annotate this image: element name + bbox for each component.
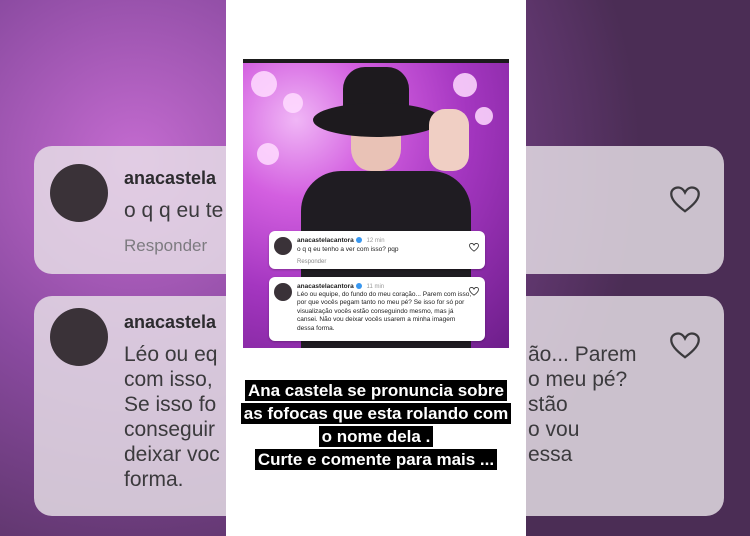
stage-light — [283, 93, 303, 113]
bg-line: o meu pé? — [528, 368, 628, 391]
bg-username-2: anacastela — [124, 312, 217, 332]
bg-line: deixar voc — [124, 443, 220, 466]
bg-avatar-1 — [50, 164, 108, 222]
comment-text: Léo ou equipe, do fundo do meu coração..… — [297, 291, 472, 332]
username-text[interactable]: anacastelacantora — [297, 283, 354, 290]
bg-reply-1: Responder — [124, 236, 208, 255]
bg-line: Se isso fo — [124, 393, 217, 416]
bg-comment-text-1: o q q eu te — [124, 199, 224, 222]
caption-line-1: Ana castela se pronuncia sobre — [244, 380, 508, 401]
bg-comment-lines-left: Léo ou eq com isso, Se isso fo conseguir… — [124, 342, 220, 492]
bg-line: com isso, — [124, 368, 213, 391]
bg-line: essa — [528, 443, 573, 466]
stage-light — [257, 143, 279, 165]
heart-icon[interactable] — [469, 287, 479, 296]
bg-line: ão... Parem — [528, 343, 637, 366]
singer-photo: anacastelacantora 12 min o q q eu tenho … — [243, 63, 509, 348]
stage-light — [251, 71, 277, 97]
bg-line: conseguir — [124, 418, 216, 441]
reply-button[interactable]: Responder — [297, 259, 326, 265]
comment-username[interactable]: anacastelacantora 12 min — [297, 237, 385, 244]
comment-card-1: anacastelacantora 12 min o q q eu tenho … — [269, 231, 485, 269]
stage-light — [453, 73, 477, 97]
caption-line-3: o nome dela . — [318, 426, 434, 447]
comment-time: 12 min — [366, 238, 385, 244]
username-text[interactable]: anacastelacantora — [297, 237, 354, 244]
bg-line: forma. — [124, 468, 184, 491]
avatar[interactable] — [274, 237, 292, 255]
verified-badge-icon — [355, 237, 362, 244]
bg-username-1: anacastela — [124, 168, 217, 188]
hat-brim — [313, 103, 441, 137]
heart-icon[interactable] — [469, 243, 479, 252]
bg-heart-icon-2 — [670, 332, 700, 359]
bg-line: Léo ou eq — [124, 343, 218, 366]
bg-avatar-2 — [50, 308, 108, 366]
stage-light — [475, 107, 493, 125]
bg-heart-icon-1 — [670, 186, 700, 213]
bg-comment-lines-right: ão... Parem o meu pé? stão o vou essa — [528, 342, 637, 467]
video-caption: Ana castela se pronuncia sobre as fofoca… — [229, 380, 523, 472]
comment-card-2: anacastelacantora 11 min Léo ou equipe, … — [269, 277, 485, 341]
bg-line: stão — [528, 393, 568, 416]
bg-line: o vou — [528, 418, 580, 441]
caption-line-4: Curte e comente para mais ... — [254, 449, 498, 470]
comment-text: o q q eu tenho a ver com isso? pqp — [297, 246, 399, 253]
comment-username[interactable]: anacastelacantora 11 min — [297, 283, 384, 290]
comment-time: 11 min — [366, 284, 385, 290]
raised-hand — [429, 109, 469, 171]
caption-line-2: as fofocas que esta rolando com — [240, 403, 512, 424]
avatar[interactable] — [274, 283, 292, 301]
verified-badge-icon — [355, 283, 362, 290]
